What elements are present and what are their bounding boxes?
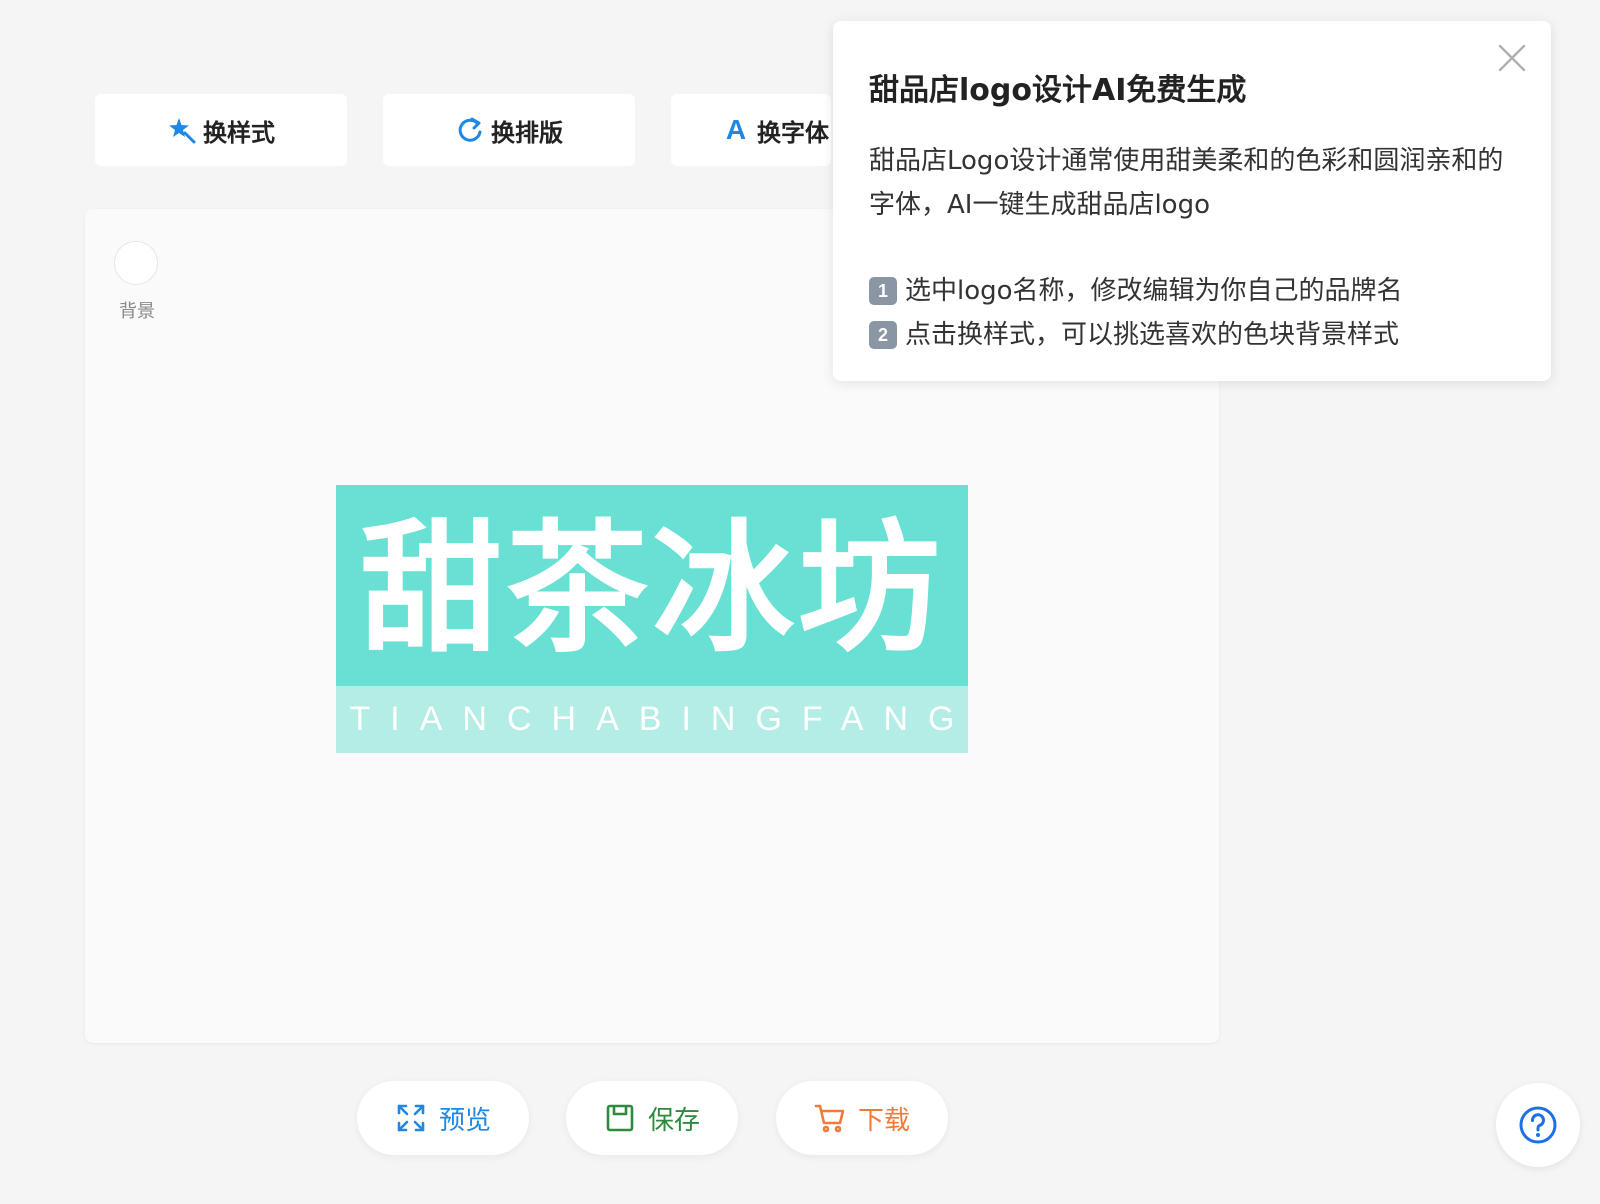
change-layout-button[interactable]: 换排版	[383, 94, 635, 166]
refresh-icon	[455, 115, 485, 145]
tips-popup: 甜品店logo设计AI免费生成 甜品店Logo设计通常使用甜美柔和的色彩和圆润亲…	[833, 21, 1551, 381]
save-label: 保存	[647, 1105, 700, 1136]
background-label: 背景	[119, 301, 155, 322]
help-icon	[1519, 1106, 1557, 1144]
popup-description: 甜品店Logo设计通常使用甜美柔和的色彩和圆润亲和的字体，AI一键生成甜品店lo…	[869, 146, 1504, 220]
popup-step-2: 2 点击换样式，可以挑选喜欢的色块背景样式	[869, 313, 1515, 357]
help-button[interactable]	[1496, 1083, 1580, 1167]
cart-icon	[814, 1102, 846, 1134]
change-font-button[interactable]: A 换字体	[671, 94, 831, 166]
expand-icon	[395, 1102, 427, 1134]
step-2-badge: 2	[869, 321, 897, 349]
step-2-text: 点击换样式，可以挑选喜欢的色块背景样式	[905, 320, 1400, 350]
save-icon	[604, 1102, 636, 1134]
logo-preview[interactable]: 甜茶冰坊 TIANCHABINGFANG	[336, 485, 968, 753]
step-1-badge: 1	[869, 277, 897, 305]
close-icon[interactable]	[1495, 41, 1529, 75]
font-a-icon: A	[725, 114, 747, 145]
download-button[interactable]: 下载	[776, 1081, 948, 1155]
change-font-label: 换字体	[757, 118, 829, 147]
change-style-label: 换样式	[203, 118, 275, 147]
preview-label: 预览	[438, 1105, 491, 1136]
change-layout-label: 换排版	[491, 118, 563, 147]
step-1-text: 选中logo名称，修改编辑为你自己的品牌名	[905, 276, 1403, 306]
save-button[interactable]: 保存	[566, 1081, 738, 1155]
popup-title: 甜品店logo设计AI免费生成	[869, 73, 1247, 108]
logo-name-text[interactable]: 甜茶冰坊	[360, 512, 944, 660]
preview-button[interactable]: 预览	[357, 1081, 529, 1155]
background-color-swatch[interactable]	[114, 241, 158, 285]
popup-step-1: 1 选中logo名称，修改编辑为你自己的品牌名	[869, 269, 1515, 313]
magic-star-icon	[167, 115, 197, 145]
logo-pinyin-text[interactable]: TIANCHABINGFANG	[330, 700, 975, 739]
logo-name-block: 甜茶冰坊	[336, 485, 968, 686]
change-style-button[interactable]: 换样式	[95, 94, 347, 166]
logo-pinyin-block: TIANCHABINGFANG	[336, 686, 968, 753]
download-label: 下载	[857, 1105, 910, 1136]
